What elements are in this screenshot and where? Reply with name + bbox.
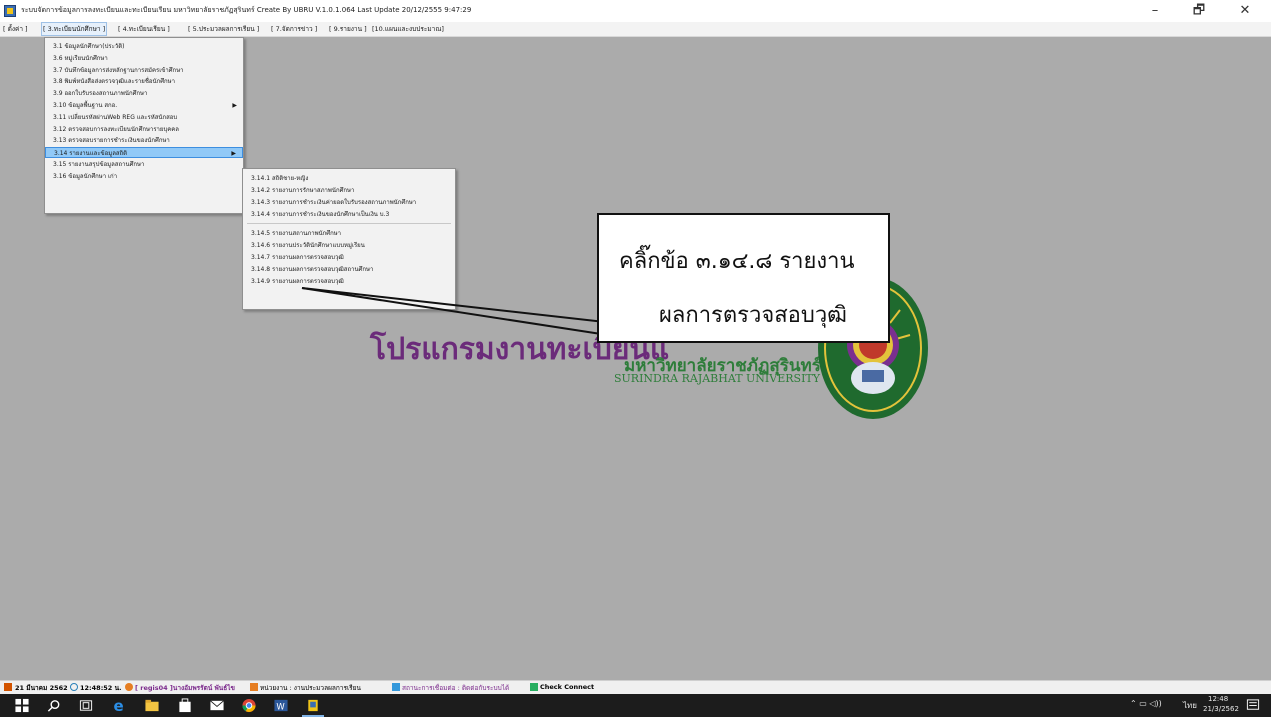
menu-item-label: 3.8 พิมพ์หนังสือส่งตรวจวุฒิและรายชื่อนัก… — [53, 78, 176, 86]
submenu-item-label: 3.14.4 รายงานการชำระเงินของนักศึกษาเป็นเ… — [251, 211, 390, 218]
connection-icon — [392, 683, 400, 691]
word-icon[interactable]: W — [273, 698, 289, 713]
menu-settings[interactable]: [ ตั้งค่า ] — [3, 24, 28, 34]
submenu-item[interactable]: 3.14.6 รายงานประวัตินักศึกษาแบบหมู่เรียน — [243, 240, 455, 251]
task-view-icon[interactable] — [78, 698, 94, 713]
submenu-item-label: 3.14.6 รายงานประวัตินักศึกษาแบบหมู่เรียน — [251, 242, 365, 249]
check-connect-icon — [530, 683, 538, 691]
menu-item[interactable]: 3.9 ออกใบรับรองสถานภาพนักศึกษา — [45, 88, 243, 99]
menu-course-registration[interactable]: [ 4.ทะเบียนเรียน ] — [118, 24, 170, 34]
menu-item[interactable]: 3.7 บันทึกข้อมูลการส่งหลักฐานการสมัครเข้… — [45, 65, 243, 76]
menu-student-registry[interactable]: [ 3.ทะเบียนนักศึกษา ] — [41, 22, 108, 36]
menu-item[interactable]: 3.6 หมู่เรียนนักศึกษา — [45, 53, 243, 64]
submenu-item[interactable]: 3.14.2 รายงานการรักษาสภาพนักศึกษา — [243, 185, 455, 196]
menu-item[interactable]: 3.15 รายงานสรุปข้อมูลสถานศึกษา — [45, 159, 243, 170]
submenu-arrow-icon: ▶ — [231, 150, 236, 158]
menu-item-label: 3.13 ตรวจสอบรายการชำระเงินของนักศึกษา — [53, 137, 170, 145]
tray-date[interactable]: 21/3/2562 — [1203, 705, 1239, 713]
search-icon[interactable] — [46, 698, 62, 713]
tray-clock[interactable]: 12:48 — [1208, 695, 1228, 703]
status-unit: หน่วยงาน : งานประมวลผลการเรียน — [260, 684, 361, 692]
submenu-item-label: 3.14.1 สถิติชาย-หญิง — [251, 175, 309, 182]
calendar-icon — [4, 683, 12, 691]
tray-icons[interactable]: ⌃ ▭ ◁)) — [1130, 699, 1162, 708]
callout-line-2: ผลการตรวจสอบวุฒิ — [659, 303, 848, 328]
menu-plan-budget[interactable]: [10.แผนและงบประมาณ] — [372, 24, 444, 34]
windows-start-icon[interactable] — [14, 698, 30, 713]
menu-item[interactable]: 3.16 ข้อมูลนักศึกษา เก่า — [45, 171, 243, 182]
menu-item[interactable]: 3.14 รายงานและข้อมูลสถิติ ▶ — [45, 147, 243, 159]
store-icon[interactable] — [177, 698, 193, 713]
callout-line-1: คลิ๊กข้อ ๓.๑๔.๘ รายงาน — [619, 249, 855, 274]
submenu-item-label: 3.14.2 รายงานการรักษาสภาพนักศึกษา — [251, 187, 355, 194]
submenu-item[interactable]: 3.14.9 รายงานผลการตรวจสอบวุฒิ — [243, 276, 455, 287]
menu-item-label: 3.7 บันทึกข้อมูลการส่งหลักฐานการสมัครเข้… — [53, 66, 184, 74]
menu-item-label: 3.12 ตรวจสอบการลงทะเบียนนักศึกษารายบุคคล — [53, 125, 179, 133]
menu-item-label: 3.14 รายงานและข้อมูลสถิติ — [54, 150, 128, 158]
menu-bar: [ ตั้งค่า ] [ 3.ทะเบียนนักศึกษา ] [ 4.ทะ… — [0, 22, 1271, 37]
menu-item-label: 3.10 ข้อมูลพื้นฐาน สกอ. — [53, 102, 118, 109]
status-time: 12:48:52 น. — [80, 684, 122, 692]
file-explorer-icon[interactable] — [144, 698, 160, 713]
menu-item-label: 3.11 เปลี่ยนรหัสผ่านWeb REG และรหัสนักสอ… — [53, 113, 178, 121]
chrome-icon[interactable] — [241, 698, 257, 713]
submenu-item[interactable]: 3.14.3 รายงานการชำระเงินค่ายอดใบรับรองสถ… — [243, 197, 455, 208]
menu-item-label: 3.6 หมู่เรียนนักศึกษา — [53, 54, 108, 62]
menu-item[interactable]: 3.11 เปลี่ยนรหัสผ่านWeb REG และรหัสนักสอ… — [45, 112, 243, 123]
status-connection: สถานะการเชื่อมต่อ : ติดต่อกับระบบได้ — [402, 684, 510, 692]
submenu-item-label: 3.14.5 รายงานสถานภาพนักศึกษา — [251, 230, 342, 237]
submenu-item[interactable]: 3.14.1 สถิติชาย-หญิง — [243, 173, 455, 184]
status-user: [ regis04 ]นางอัมพรรัตน์ พันธ์ไข — [135, 684, 235, 692]
submenu-item[interactable]: 3.14.7 รายงานผลการตรวจสอบวุฒิ — [243, 252, 455, 263]
menu-item-label: 3.9 ออกใบรับรองสถานภาพนักศึกษา — [53, 90, 148, 98]
menu-item[interactable]: 3.12 ตรวจสอบการลงทะเบียนนักศึกษารายบุคคล — [45, 124, 243, 135]
status-date: 21 มีนาคม 2562 — [15, 684, 68, 692]
registration-app-icon[interactable] — [305, 698, 321, 713]
menu-item[interactable]: 3.10 ข้อมูลพื้นฐาน สกอ. ▶ — [45, 100, 243, 111]
menu-item[interactable]: 3.8 พิมพ์หนังสือส่งตรวจวุฒิและรายชื่อนัก… — [45, 76, 243, 87]
menu-reports[interactable]: [ 9.รายงาน ] — [329, 24, 367, 34]
menu-grade-processing[interactable]: [ 5.ประมวลผลการเรียน ] — [188, 24, 259, 34]
student-registry-dropdown: 3.1 ข้อมูลนักศึกษา(ประวัติ) 3.6 หมู่เรียน… — [44, 37, 244, 214]
app-icon — [4, 5, 16, 17]
window-title: ระบบจัดการข้อมูลการลงทะเบียนและทะเบียนเร… — [21, 6, 472, 14]
status-bar: 21 มีนาคม 2562 12:48:52 น. [ regis04 ]นา… — [0, 680, 1271, 694]
minimize-button[interactable]: – — [1132, 2, 1178, 20]
menu-separator — [247, 223, 451, 224]
menu-item-label: 3.1 ข้อมูลนักศึกษา(ประวัติ) — [53, 43, 125, 50]
edge-browser-icon[interactable]: e — [112, 698, 128, 713]
reports-statistics-submenu: 3.14.1 สถิติชาย-หญิง 3.14.2 รายงานการรักษ… — [242, 168, 456, 310]
submenu-item[interactable]: 3.14.8 รายงานผลการตรวจสอบวุฒิสถานศึกษา — [243, 264, 455, 275]
menu-news[interactable]: [ 7.จัดการข่าว ] — [271, 24, 317, 34]
check-connect-button[interactable]: Check Connect — [540, 683, 594, 691]
maximize-button[interactable]: 🗗 — [1176, 2, 1222, 20]
menu-item-label: 3.15 รายงานสรุปข้อมูลสถานศึกษา — [53, 161, 145, 168]
submenu-item-label: 3.14.9 รายงานผลการตรวจสอบวุฒิ — [251, 278, 344, 285]
university-name-english: SURINDRA RAJABHAT UNIVERSITY — [614, 372, 821, 385]
unit-icon — [250, 683, 258, 691]
close-button[interactable]: ✕ — [1222, 2, 1268, 20]
language-indicator[interactable]: ไทย — [1183, 699, 1197, 712]
menu-item-label: 3.16 ข้อมูลนักศึกษา เก่า — [53, 172, 118, 180]
clock-icon — [70, 683, 78, 691]
svg-text:e: e — [113, 698, 123, 713]
mail-icon[interactable] — [209, 698, 225, 713]
submenu-item[interactable]: 3.14.5 รายงานสถานภาพนักศึกษา — [243, 228, 455, 239]
submenu-arrow-icon: ▶ — [232, 102, 237, 109]
user-icon — [125, 683, 133, 691]
svg-text:W: W — [276, 701, 285, 711]
window-title-bar: ระบบจัดการข้อมูลการลงทะเบียนและทะเบียนเร… — [0, 0, 1271, 22]
submenu-item-label: 3.14.8 รายงานผลการตรวจสอบวุฒิสถานศึกษา — [251, 266, 374, 273]
menu-item[interactable]: 3.13 ตรวจสอบรายการชำระเงินของนักศึกษา — [45, 135, 243, 146]
submenu-item-label: 3.14.7 รายงานผลการตรวจสอบวุฒิ — [251, 254, 344, 261]
windows-taskbar: e W ⌃ ▭ ◁)) ไทย 12:48 21/3/2562 — [0, 694, 1271, 717]
submenu-item[interactable]: 3.14.4 รายงานการชำระเงินของนักศึกษาเป็นเ… — [243, 209, 455, 220]
notifications-icon[interactable] — [1245, 698, 1261, 713]
instruction-callout: คลิ๊กข้อ ๓.๑๔.๘ รายงาน ผลการตรวจสอบวุฒิ — [597, 213, 890, 343]
submenu-item-label: 3.14.3 รายงานการชำระเงินค่ายอดใบรับรองสถ… — [251, 199, 417, 206]
menu-item[interactable]: 3.1 ข้อมูลนักศึกษา(ประวัติ) — [45, 41, 243, 52]
